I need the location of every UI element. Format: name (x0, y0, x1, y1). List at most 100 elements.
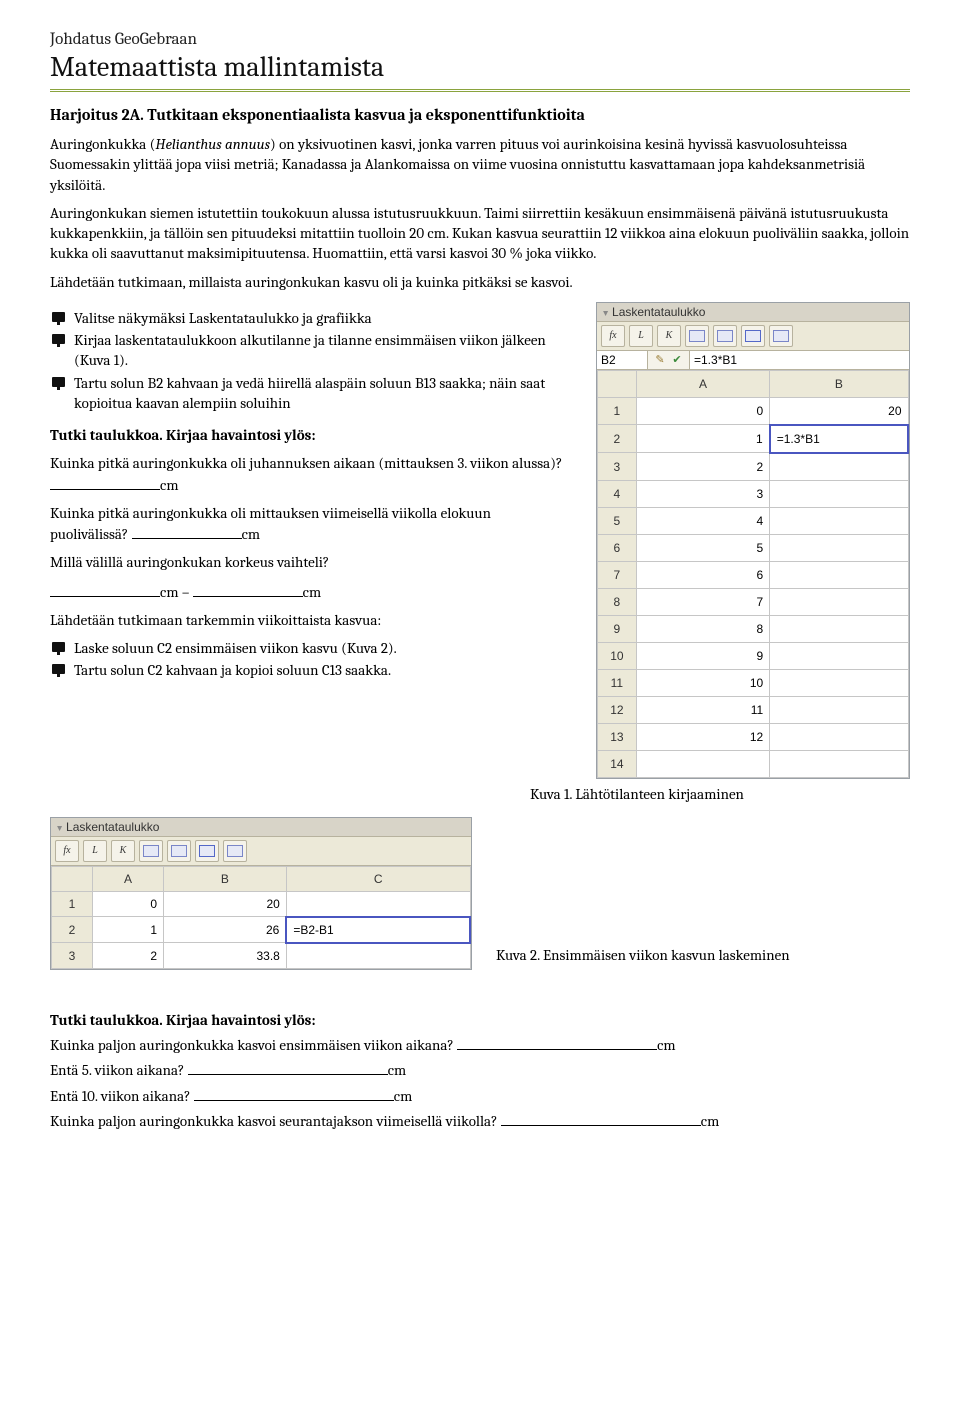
toolbar-fx-button[interactable]: fx (601, 325, 625, 347)
unit-cm: cm (160, 583, 179, 601)
row-header[interactable]: 2 (598, 425, 637, 453)
row-header[interactable]: 8 (598, 588, 637, 615)
q1-text: Kuinka pitkä auringonkukka oli juhannuks… (50, 454, 562, 472)
row-header[interactable]: 12 (598, 696, 637, 723)
cancel-icon[interactable]: ✎ (653, 353, 667, 367)
question-1: Kuinka pitkä auringonkukka oli juhannuks… (50, 453, 572, 495)
cell-reference[interactable]: B2 (597, 351, 648, 369)
cell[interactable]: =1.3*B1 (770, 425, 908, 453)
cell[interactable]: 20 (770, 397, 908, 425)
cell[interactable]: 5 (636, 534, 770, 561)
blank-input[interactable] (50, 581, 160, 597)
cell[interactable]: 6 (636, 561, 770, 588)
cell[interactable] (770, 750, 908, 777)
cell[interactable] (770, 588, 908, 615)
cell[interactable] (770, 480, 908, 507)
cell[interactable] (770, 723, 908, 750)
blank-input[interactable] (132, 523, 242, 539)
col-header-c[interactable]: C (286, 866, 470, 891)
spreadsheet-title[interactable]: Laskentataulukko (597, 303, 909, 322)
col-header-a[interactable]: A (93, 866, 164, 891)
cell[interactable]: 2 (93, 943, 164, 969)
row-header[interactable]: 3 (52, 943, 93, 969)
cell[interactable]: 0 (636, 397, 770, 425)
toolbar-align-button[interactable] (139, 840, 163, 862)
cell[interactable] (286, 943, 470, 969)
blank-input[interactable] (501, 1110, 701, 1126)
species-name: Helianthus annuus (155, 135, 270, 153)
row-header[interactable]: 9 (598, 615, 637, 642)
col-header-b[interactable]: B (164, 866, 287, 891)
cell[interactable] (770, 615, 908, 642)
cell[interactable]: 1 (93, 917, 164, 943)
toolbar-fx-button[interactable]: fx (55, 840, 79, 862)
cell[interactable] (286, 891, 470, 917)
cell[interactable]: 26 (164, 917, 287, 943)
toolbar-bold-button[interactable]: L (629, 325, 653, 347)
row-header[interactable]: 1 (52, 891, 93, 917)
row-header[interactable]: 4 (598, 480, 637, 507)
col-header-b[interactable]: B (770, 370, 908, 397)
accept-icon[interactable]: ✔ (670, 353, 684, 367)
blank-input[interactable] (194, 1085, 394, 1101)
toolbar-border-button[interactable] (223, 840, 247, 862)
cell[interactable] (770, 696, 908, 723)
foot-question-4: Kuinka paljon auringonkukka kasvoi seura… (50, 1110, 910, 1131)
cell[interactable]: 8 (636, 615, 770, 642)
cell[interactable]: 11 (636, 696, 770, 723)
blank-input[interactable] (188, 1059, 388, 1075)
toolbar-italic-button[interactable]: K (111, 840, 135, 862)
cell[interactable] (770, 534, 908, 561)
cell[interactable]: 20 (164, 891, 287, 917)
toolbar-align-button[interactable] (713, 325, 737, 347)
toolbar-fill-button[interactable] (741, 325, 765, 347)
toolbar-align-button[interactable] (685, 325, 709, 347)
toolbar-bold-button[interactable]: L (83, 840, 107, 862)
unit-cm: cm (394, 1087, 413, 1105)
toolbar-align-button[interactable] (167, 840, 191, 862)
blank-input[interactable] (193, 581, 303, 597)
cell[interactable]: 9 (636, 642, 770, 669)
spreadsheet-grid[interactable]: A B 102021=1.3*B132435465768798109111012… (597, 370, 909, 778)
cell[interactable] (770, 507, 908, 534)
row-header[interactable]: 5 (598, 507, 637, 534)
instruction-list-1: Valitse näkymäksi Laskentataulukko ja gr… (50, 308, 572, 413)
spreadsheet-grid[interactable]: A B C 10202126=B2-B13233.8 (51, 866, 471, 969)
row-header[interactable]: 13 (598, 723, 637, 750)
cell[interactable]: 4 (636, 507, 770, 534)
row-header[interactable]: 11 (598, 669, 637, 696)
cell[interactable] (770, 642, 908, 669)
corner-header[interactable] (52, 866, 93, 891)
toolbar-italic-button[interactable]: K (657, 325, 681, 347)
cell[interactable]: 7 (636, 588, 770, 615)
blank-input[interactable] (50, 474, 160, 490)
toolbar-fill-button[interactable] (195, 840, 219, 862)
row-header[interactable]: 10 (598, 642, 637, 669)
cell[interactable]: 10 (636, 669, 770, 696)
list-item: Kirjaa laskentataulukkoon alkutilanne ja… (74, 330, 572, 371)
cell[interactable]: 3 (636, 480, 770, 507)
col-header-a[interactable]: A (636, 370, 770, 397)
cell[interactable]: 1 (636, 425, 770, 453)
row-header[interactable]: 3 (598, 453, 637, 481)
row-header[interactable]: 6 (598, 534, 637, 561)
cell[interactable]: 0 (93, 891, 164, 917)
row-header[interactable]: 7 (598, 561, 637, 588)
cell[interactable]: =B2-B1 (286, 917, 470, 943)
cell[interactable]: 33.8 (164, 943, 287, 969)
cell[interactable] (770, 669, 908, 696)
blank-input[interactable] (457, 1034, 657, 1050)
row-header[interactable]: 14 (598, 750, 637, 777)
cell[interactable] (770, 561, 908, 588)
spreadsheet-title[interactable]: Laskentataulukko (51, 818, 471, 837)
cell[interactable]: 2 (636, 453, 770, 481)
formula-input[interactable]: =1.3*B1 (689, 351, 909, 369)
paragraph-4: Lähdetään tutkimaan tarkemmin viikoittai… (50, 610, 572, 630)
toolbar-border-button[interactable] (769, 325, 793, 347)
cell[interactable] (636, 750, 770, 777)
cell[interactable] (770, 453, 908, 481)
row-header[interactable]: 1 (598, 397, 637, 425)
row-header[interactable]: 2 (52, 917, 93, 943)
corner-header[interactable] (598, 370, 637, 397)
cell[interactable]: 12 (636, 723, 770, 750)
